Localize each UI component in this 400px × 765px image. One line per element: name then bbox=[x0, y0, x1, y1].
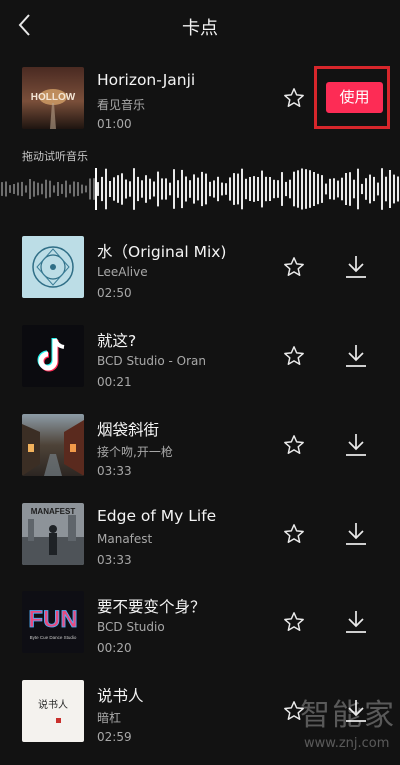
song-title: Edge of My Life bbox=[97, 507, 217, 525]
cover-subtext: Byte Cue Dance Studio bbox=[30, 635, 77, 640]
star-icon[interactable] bbox=[283, 256, 305, 278]
watermark: 智能家 www.znj.com bbox=[290, 690, 398, 762]
star-icon[interactable] bbox=[283, 434, 305, 456]
cover-text: FUN bbox=[28, 606, 77, 633]
song-artist: BCD Studio - Oran bbox=[97, 354, 206, 368]
song-title: 说书人 bbox=[97, 687, 144, 705]
top-bar: 卡点 bbox=[0, 0, 400, 52]
song-artist: 暗杠 bbox=[97, 711, 122, 725]
album-cover: HOLLOW bbox=[22, 67, 84, 129]
cover-text: 说书人 bbox=[38, 698, 68, 711]
cover-text: MANAFEST bbox=[31, 507, 76, 516]
song-item-shui[interactable]: 水（Original Mix) LeeAlive 02:50 bbox=[0, 236, 400, 308]
song-artist: 看见音乐 bbox=[97, 98, 146, 112]
song-title: 要不要变个身？ bbox=[97, 598, 206, 616]
song-artist: BCD Studio bbox=[97, 620, 165, 634]
song-item-yao-bu-yao-bian-ge-shen[interactable]: FUN Byte Cue Dance Studio 要不要变个身？ BCD St… bbox=[0, 591, 400, 663]
song-title: 烟袋斜街 bbox=[97, 421, 160, 439]
download-icon[interactable] bbox=[344, 609, 368, 635]
song-duration: 02:50 bbox=[97, 286, 132, 300]
use-button[interactable]: 使用 bbox=[326, 82, 383, 113]
page-title: 卡点 bbox=[182, 18, 218, 39]
song-title: 就这? bbox=[97, 332, 137, 350]
drag-preview-label: 拖动试听音乐 bbox=[22, 150, 88, 163]
star-icon[interactable] bbox=[283, 523, 305, 545]
song-item-yandai-xiejie[interactable]: 烟袋斜街 接个吻,开一枪 03:33 bbox=[0, 414, 400, 486]
album-cover: MANAFEST bbox=[22, 503, 84, 565]
song-duration: 03:33 bbox=[97, 464, 132, 478]
song-duration: 02:59 bbox=[97, 730, 132, 744]
song-title: Horizon-Janji bbox=[97, 71, 196, 89]
song-duration: 01:00 bbox=[97, 117, 132, 131]
download-icon[interactable] bbox=[344, 254, 368, 280]
song-item-jiuzhe[interactable]: 就这? BCD Studio - Oran 00:21 bbox=[0, 325, 400, 397]
audio-waveform[interactable] bbox=[0, 166, 400, 212]
album-cover bbox=[22, 325, 84, 387]
watermark-url: www.znj.com bbox=[304, 736, 390, 751]
album-cover: FUN Byte Cue Dance Studio bbox=[22, 591, 84, 653]
song-artist: LeeAlive bbox=[97, 265, 148, 279]
download-icon[interactable] bbox=[344, 521, 368, 547]
song-item-edge-of-my-life[interactable]: MANAFEST Edge of My Life Manafest 03:33 bbox=[0, 503, 400, 575]
download-icon[interactable] bbox=[344, 343, 368, 369]
watermark-logo: 智能家 bbox=[300, 698, 396, 733]
song-artist: Manafest bbox=[97, 532, 153, 546]
album-cover: 说书人 bbox=[22, 680, 84, 742]
song-title: 水（Original Mix) bbox=[97, 243, 227, 261]
download-icon[interactable] bbox=[344, 432, 368, 458]
song-duration: 00:20 bbox=[97, 641, 132, 655]
star-icon[interactable] bbox=[283, 611, 305, 633]
song-artist: 接个吻,开一枪 bbox=[97, 445, 173, 459]
cover-text: HOLLOW bbox=[31, 92, 76, 103]
album-cover bbox=[22, 236, 84, 298]
star-icon[interactable] bbox=[283, 87, 305, 109]
song-duration: 03:33 bbox=[97, 553, 132, 567]
song-duration: 00:21 bbox=[97, 375, 132, 389]
star-icon[interactable] bbox=[283, 345, 305, 367]
album-cover bbox=[22, 414, 84, 476]
